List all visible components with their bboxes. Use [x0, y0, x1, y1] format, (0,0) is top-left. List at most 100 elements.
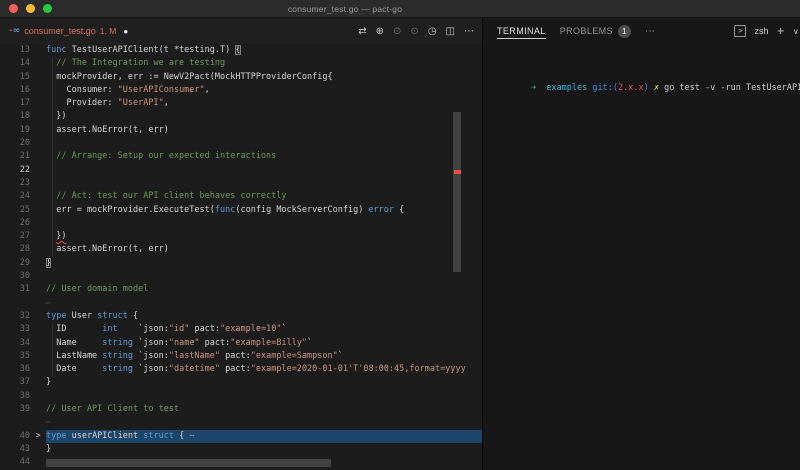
code-line[interactable]: 28 assert.NoError(t, err)	[0, 243, 482, 256]
code-line[interactable]: 24 // Act: test our API client behaves c…	[0, 190, 482, 203]
code-line[interactable]: 31// User domain model	[0, 283, 482, 296]
line-number: 39	[19, 404, 30, 415]
editor-group: -∞ consumer_test.go 1, M ● ⇄ ⊕ ⊙ ⊙ ◷ ◫ ⋯ 13 fun…	[0, 18, 483, 470]
code-line[interactable]: 38	[0, 390, 482, 403]
terminal-panel: TERMINALPROBLEMS1 ⋯ > zsh +∨∧× ➜ example…	[483, 18, 800, 470]
line-number: 44	[19, 457, 30, 468]
terminal-shell-icon: >	[734, 25, 747, 37]
code-editor[interactable]: 13 func TestUserAPIClient(t *testing.T) {…	[0, 44, 482, 470]
tab-bar: -∞ consumer_test.go 1, M ● ⇄ ⊕ ⊙ ⊙ ◷ ◫ ⋯	[0, 18, 482, 44]
prev-revision-icon[interactable]: ⊕	[376, 26, 384, 37]
code-line[interactable]: 29}	[0, 257, 482, 270]
line-number: 16	[19, 84, 30, 95]
code-line[interactable]: 43}	[0, 443, 482, 456]
title-bar: consumer_test.go — pact-go	[0, 0, 800, 18]
horizontal-scrollbar[interactable]	[46, 459, 331, 467]
terminal-dropdown-icon[interactable]: ∨	[793, 27, 799, 36]
line-number: 19	[19, 124, 30, 135]
line-number: 43	[19, 443, 30, 454]
line-number	[0, 297, 30, 310]
file-history-icon[interactable]: ◷	[428, 26, 437, 37]
code-line[interactable]: 22	[0, 164, 482, 177]
line-number: 28	[19, 244, 30, 255]
line-number: 24	[19, 191, 30, 202]
code-line[interactable]: 35 LastName string `json:"lastName" pact…	[0, 350, 482, 363]
terminal-output[interactable]: ➜ examples git:(2.x.x) ✗ go test -v -run…	[483, 70, 800, 106]
line-number: 26	[19, 217, 30, 228]
code-line[interactable]: 36 Date string `json:"datetime" pact:"ex…	[0, 363, 482, 376]
line-number: 37	[19, 377, 30, 388]
go-file-icon: -∞	[9, 26, 21, 36]
code-line[interactable]: 39// User API Client to test	[0, 403, 482, 416]
line-number: 23	[19, 177, 30, 188]
next-revision-icon[interactable]: ⊙	[393, 26, 401, 37]
code-line[interactable]: 25 err = mockProvider.ExecuteTest(func(c…	[0, 204, 482, 217]
code-line[interactable]: 16 Consumer: "UserAPIConsumer",	[0, 84, 482, 97]
code-line[interactable]: 34 Name string `json:"name" pact:"exampl…	[0, 337, 482, 350]
line-number: 20	[19, 138, 30, 149]
problems-count-badge: 1	[617, 24, 631, 38]
tab-consumer-test-go[interactable]: -∞ consumer_test.go 1, M ●	[0, 18, 138, 44]
code-line[interactable]: 30	[0, 270, 482, 283]
line-number: 22	[19, 164, 30, 175]
code-line[interactable]: 13 func TestUserAPIClient(t *testing.T) {	[0, 44, 482, 57]
line-number: 30	[19, 271, 30, 282]
line-number: 29	[19, 257, 30, 268]
shell-label[interactable]: zsh	[754, 26, 768, 36]
panel-tab-problems[interactable]: PROBLEMS 1	[560, 18, 631, 44]
code-line[interactable]: 21 // Arrange: Setup our expected intera…	[0, 150, 482, 163]
line-number: 35	[19, 350, 30, 361]
line-number: 21	[19, 151, 30, 162]
tab-filename: consumer_test.go	[24, 26, 96, 36]
tab-decoration-problems-git: 1, M	[99, 26, 117, 36]
code-line[interactable]: 26	[0, 217, 482, 230]
new-terminal-icon[interactable]: +	[776, 26, 784, 37]
codelens-row[interactable]: ⋯	[0, 416, 482, 429]
line-number: 15	[19, 71, 30, 82]
code-line[interactable]: 15 mockProvider, err := NewV2Pact(MockHT…	[0, 71, 482, 84]
code-line[interactable]: 14 // The Integration we are testing	[0, 57, 482, 70]
code-line[interactable]: 18 })	[0, 110, 482, 123]
code-line[interactable]: 17 Provider: "UserAPI",	[0, 97, 482, 110]
unsaved-dot-icon: ●	[123, 26, 129, 36]
code-line[interactable]: 27 })	[0, 230, 482, 243]
codelens-row[interactable]: ⋯	[0, 297, 482, 310]
line-number: 13	[19, 45, 30, 55]
compare-revision-icon[interactable]: ⊙	[410, 26, 418, 37]
line-number	[0, 416, 30, 429]
indent-guide	[52, 57, 53, 257]
line-number: 40	[19, 430, 30, 441]
open-changes-icon[interactable]: ⇄	[358, 26, 366, 37]
terminal-prompt-line: ➜ examples git:(2.x.x) ✗ go test -v -run…	[530, 83, 800, 93]
panel-views-overflow-icon[interactable]: ⋯	[645, 26, 655, 37]
vertical-scrollbar[interactable]	[453, 112, 461, 272]
split-editor-icon[interactable]: ◫	[446, 26, 455, 37]
code-line[interactable]: 33 ID int `json:"id" pact:"example=10"`	[0, 323, 482, 336]
line-number: 25	[19, 204, 30, 215]
code-lines: 13 func TestUserAPIClient(t *testing.T) {…	[0, 44, 482, 470]
code-line[interactable]: 37}	[0, 376, 482, 389]
panel-tab-terminal[interactable]: TERMINAL	[497, 18, 546, 44]
editor-toolbar: ⇄ ⊕ ⊙ ⊙ ◷ ◫ ⋯	[358, 26, 482, 37]
line-number: 14	[19, 58, 30, 69]
fold-chevron-icon[interactable]: >	[30, 430, 46, 443]
line-number: 32	[19, 310, 30, 321]
code-line[interactable]: 40 > type userAPIClient struct { ⋯	[0, 429, 482, 443]
line-number: 17	[19, 98, 30, 109]
window-title: consumer_test.go — pact-go	[287, 3, 403, 14]
indent-guide	[52, 324, 53, 377]
line-number: 36	[19, 364, 30, 375]
line-number: 33	[19, 324, 30, 335]
more-actions-icon[interactable]: ⋯	[464, 26, 474, 37]
panel-actions: > zsh +∨∧×	[734, 25, 800, 37]
line-number: 38	[19, 390, 30, 401]
panel-header: TERMINALPROBLEMS1 ⋯ > zsh +∨∧×	[483, 18, 800, 44]
line-number: 18	[19, 111, 30, 122]
error-overview-marker	[454, 170, 461, 174]
vscode-window: consumer_test.go — pact-go -∞ consumer_t…	[0, 0, 800, 470]
code-line[interactable]: 20	[0, 137, 482, 150]
code-line[interactable]: 32 type User struct {	[0, 310, 482, 323]
code-line[interactable]: 19 assert.NoError(t, err)	[0, 124, 482, 137]
line-number: 31	[19, 284, 30, 295]
code-line[interactable]: 23	[0, 177, 482, 190]
